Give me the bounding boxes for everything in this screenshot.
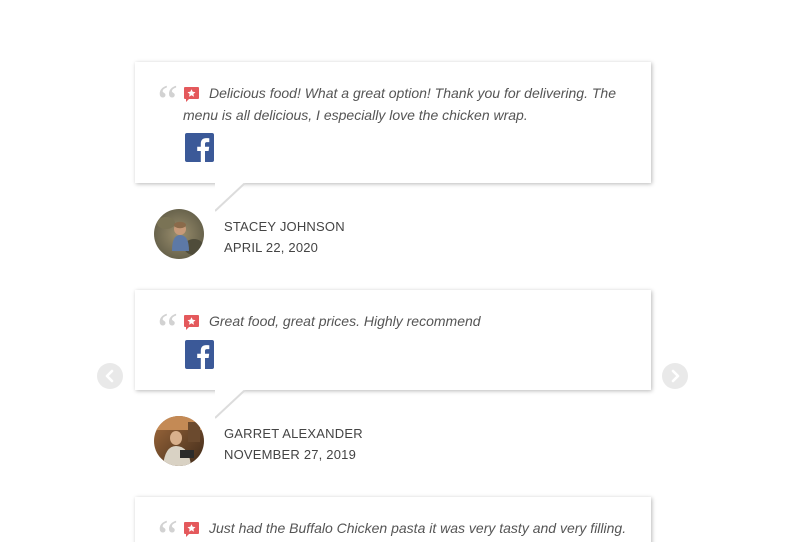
review-date: APRIL 22, 2020 xyxy=(224,240,319,255)
quote-mark-icon: “ xyxy=(153,303,179,354)
quote-mark-icon: “ xyxy=(153,510,179,542)
quote-mark-icon: “ xyxy=(153,75,179,126)
chevron-right-icon xyxy=(671,369,680,383)
review-card: “ Delicious food! What a great option! T… xyxy=(135,62,651,212)
review-date: NOVEMBER 27, 2019 xyxy=(224,447,357,462)
avatar xyxy=(154,209,204,259)
prev-button[interactable] xyxy=(97,363,123,389)
review-card: “ Just had the Buffalo Chicken pasta it … xyxy=(135,497,651,542)
avatar xyxy=(154,416,204,466)
author-name: STACEY JOHNSON xyxy=(224,219,345,234)
review-text: Delicious food! What a great option! Tha… xyxy=(183,85,616,123)
review-card: “ Great food, great prices. Highly recom… xyxy=(135,290,651,419)
speech-tail xyxy=(215,390,246,419)
chevron-left-icon xyxy=(105,369,114,383)
review-text: Great food, great prices. Highly recomme… xyxy=(209,313,481,329)
author-name: GARRET ALEXANDER xyxy=(224,426,363,441)
testimonials-section: “ Delicious food! What a great option! T… xyxy=(0,0,786,542)
next-button[interactable] xyxy=(662,363,688,389)
facebook-icon[interactable] xyxy=(185,133,214,162)
review-text: Just had the Buffalo Chicken pasta it wa… xyxy=(209,520,627,536)
facebook-icon[interactable] xyxy=(185,340,214,369)
speech-tail xyxy=(215,183,246,212)
